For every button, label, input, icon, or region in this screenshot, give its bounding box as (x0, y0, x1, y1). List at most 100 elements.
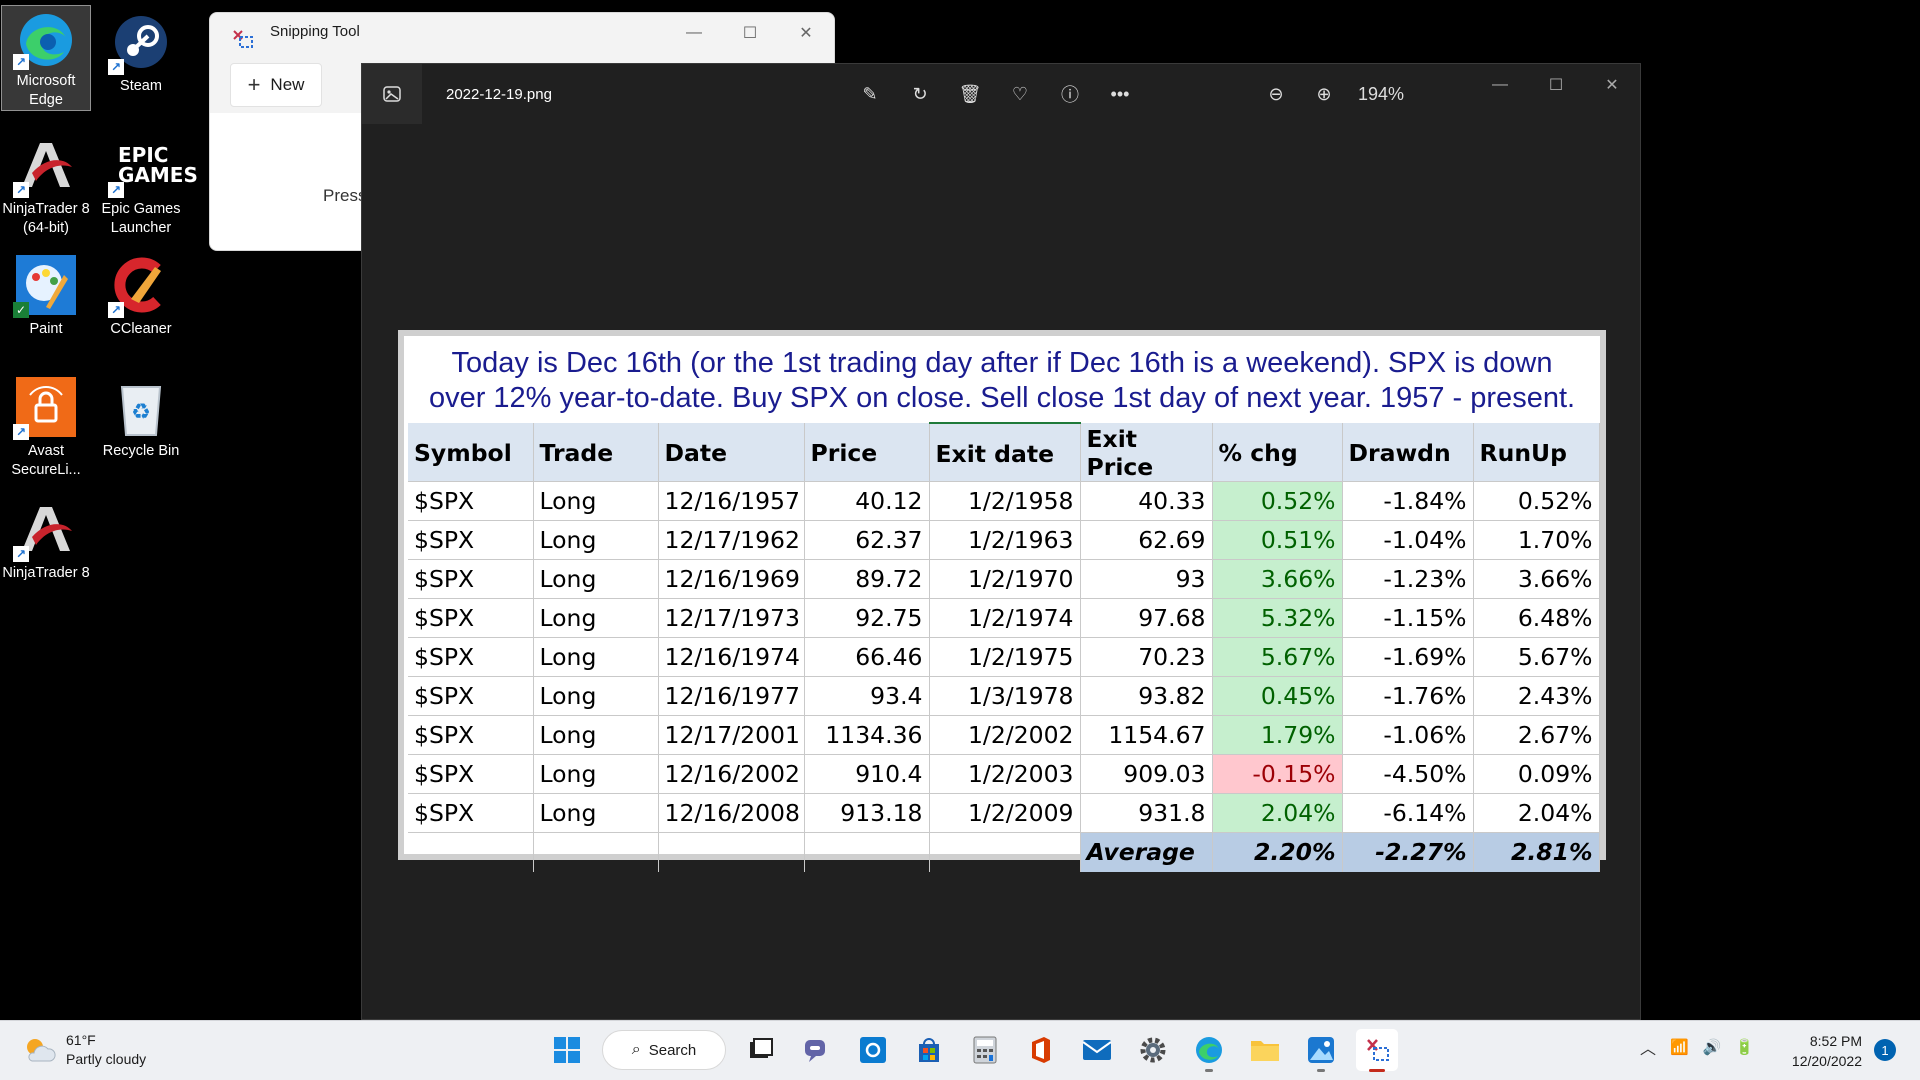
close-icon[interactable]: ✕ (778, 13, 834, 53)
zoom-out-icon[interactable]: ⊖ (1262, 78, 1290, 110)
taskbar-app-mail[interactable] (1076, 1029, 1118, 1071)
teams-chat-button[interactable] (796, 1029, 838, 1071)
edit-icon[interactable]: ✎ (856, 78, 884, 110)
empty-cell (408, 832, 534, 872)
table-cell: 97.68 (1080, 598, 1213, 638)
average-label: Average (1080, 832, 1213, 872)
table-cell: 66.46 (804, 637, 930, 677)
table-cell: 1/2/1958 (929, 481, 1081, 521)
rotate-icon[interactable]: ↻ (906, 78, 934, 110)
taskbar-search-button[interactable]: ⌕ Search (602, 1030, 726, 1070)
desktop-icon-avast[interactable]: ↗ Avast SecureLi... (1, 370, 91, 480)
table-cell: -6.14% (1342, 793, 1474, 833)
shortcut-arrow-icon: ↗ (108, 182, 124, 198)
maximize-icon[interactable]: ☐ (722, 13, 778, 53)
epic-games-icon: EPIC GAMES ↗ (108, 134, 198, 198)
column-header: Price (804, 423, 930, 482)
taskbar-app-outlook[interactable] (852, 1029, 894, 1071)
taskbar-app-office[interactable] (1020, 1029, 1062, 1071)
table-row: $SPX Long 12/16/2008 913.18 1/2/2009 931.8 2.0… (408, 793, 1600, 833)
table-cell: -4.50% (1342, 754, 1474, 794)
notification-badge[interactable]: 1 (1874, 1039, 1896, 1061)
table-cell: Long (533, 598, 659, 638)
table-cell: 3.66% (1473, 559, 1600, 599)
ccleaner-icon: ↗ (108, 254, 172, 318)
caption-line-2: over 12% year-to-date. Buy SPX on close.… (428, 382, 1576, 414)
more-options-icon[interactable]: ••• (1106, 78, 1134, 110)
table-cell: Long (533, 676, 659, 716)
app-icon (860, 1037, 886, 1063)
chat-icon (805, 1040, 825, 1062)
desktop-icon-label: Recycle Bin (102, 443, 180, 459)
table-cell: -1.84% (1342, 481, 1474, 521)
wifi-icon[interactable]: 📶 (1670, 1038, 1689, 1056)
desktop-icon-ccleaner[interactable]: ↗ CCleaner (96, 248, 186, 339)
start-button[interactable] (546, 1029, 588, 1071)
table-cell: -1.06% (1342, 715, 1474, 755)
snipping-tool-title: Snipping Tool (270, 23, 360, 40)
chevron-up-icon[interactable]: ︿ (1640, 1035, 1656, 1059)
table-cell: 1/2/1963 (929, 520, 1081, 560)
weather-widget[interactable]: 61°F Partly cloudy (22, 1031, 146, 1069)
column-header: Drawdn (1342, 423, 1474, 482)
table-cell: 12/17/1962 (658, 520, 805, 560)
battery-icon[interactable]: 🔋 (1735, 1038, 1754, 1056)
desktop-icon-steam[interactable]: ↗ Steam (96, 5, 186, 96)
table-cell: 2.67% (1473, 715, 1600, 755)
zoom-in-icon[interactable]: ⊕ (1310, 78, 1338, 110)
photos-icon (1308, 1037, 1334, 1063)
partly-cloudy-icon (27, 1039, 56, 1062)
table-cell: 1.70% (1473, 520, 1600, 560)
desktop-icon-paint[interactable]: ✓ Paint (1, 248, 91, 339)
table-cell: $SPX (408, 715, 534, 755)
desktop-icon-ninjatrader-64[interactable]: ↗ NinjaTrader 8 (64-bit) (1, 128, 91, 238)
desktop-icon-recycle-bin[interactable]: ♻ Recycle Bin (96, 370, 186, 461)
table-cell: 2.04% (1473, 793, 1600, 833)
minimize-icon[interactable]: — (1472, 64, 1528, 106)
table-cell: $SPX (408, 676, 534, 716)
minimize-icon[interactable]: — (666, 13, 722, 53)
ninjatrader-icon: ↗ (13, 134, 77, 198)
table-cell: 40.12 (804, 481, 930, 521)
close-icon[interactable]: ✕ (1584, 64, 1640, 106)
search-icon: ⌕ (631, 1041, 641, 1058)
favorite-icon[interactable]: ♡ (1006, 78, 1034, 110)
desktop-icon-epic-games[interactable]: EPIC GAMES ↗ Epic Games Launcher (96, 128, 198, 238)
volume-icon[interactable]: 🔊 (1703, 1038, 1722, 1056)
taskbar-app-store[interactable] (908, 1029, 950, 1071)
windows-icon (554, 1037, 580, 1063)
caption-line-1: Today is Dec 16th (or the 1st trading da… (451, 347, 1553, 379)
new-snip-button[interactable]: + New (230, 63, 322, 107)
shortcut-arrow-icon: ✓ (13, 302, 29, 318)
info-icon[interactable]: ⓘ (1056, 78, 1084, 110)
table-cell: 12/17/2001 (658, 715, 805, 755)
taskbar-app-calculator[interactable] (964, 1029, 1006, 1071)
running-indicator (1317, 1069, 1325, 1072)
maximize-icon[interactable]: ☐ (1528, 64, 1584, 106)
table-cell: 0.45% (1212, 676, 1343, 716)
table-cell: 0.51% (1212, 520, 1343, 560)
taskbar-app-settings[interactable] (1132, 1029, 1174, 1071)
table-cell: 909.03 (1080, 754, 1213, 794)
desktop-icon-ninjatrader[interactable]: ↗ NinjaTrader 8 (1, 492, 91, 583)
table-cell: 910.4 (804, 754, 930, 794)
taskbar-app-photos[interactable] (1300, 1029, 1342, 1072)
taskbar-app-snipping-tool[interactable] (1356, 1029, 1398, 1072)
table-cell: Long (533, 520, 659, 560)
see-all-photos-button[interactable] (362, 64, 422, 124)
edge-icon: ↗ (13, 12, 77, 70)
desktop-icon-edge[interactable]: ↗ Microsoft Edge (1, 5, 91, 111)
photos-viewer-window[interactable]: 2022-12-19.png ✎ ↻ 🗑 ♡ ⓘ ••• ⊖ ⊕ 194% — … (361, 63, 1641, 1020)
zoom-level[interactable]: 194% (1358, 78, 1404, 110)
svg-text:♻: ♻ (131, 400, 151, 425)
table-cell: 1/3/1978 (929, 676, 1081, 716)
task-view-button[interactable] (740, 1029, 782, 1071)
taskbar-app-edge[interactable] (1188, 1029, 1230, 1072)
delete-icon[interactable]: 🗑 (956, 78, 984, 110)
table-row: $SPX Long 12/17/1962 62.37 1/2/1963 62.69 0.51… (408, 520, 1600, 560)
shortcut-arrow-icon: ↗ (13, 182, 29, 198)
taskbar-app-file-explorer[interactable] (1244, 1029, 1286, 1071)
displayed-image[interactable]: Today is Dec 16th (or the 1st trading da… (398, 330, 1606, 872)
taskbar-clock[interactable]: 8:52 PM 12/20/2022 (1780, 1031, 1862, 1071)
desktop-icon-label: NinjaTrader 8 (64-bit) (2, 201, 90, 236)
